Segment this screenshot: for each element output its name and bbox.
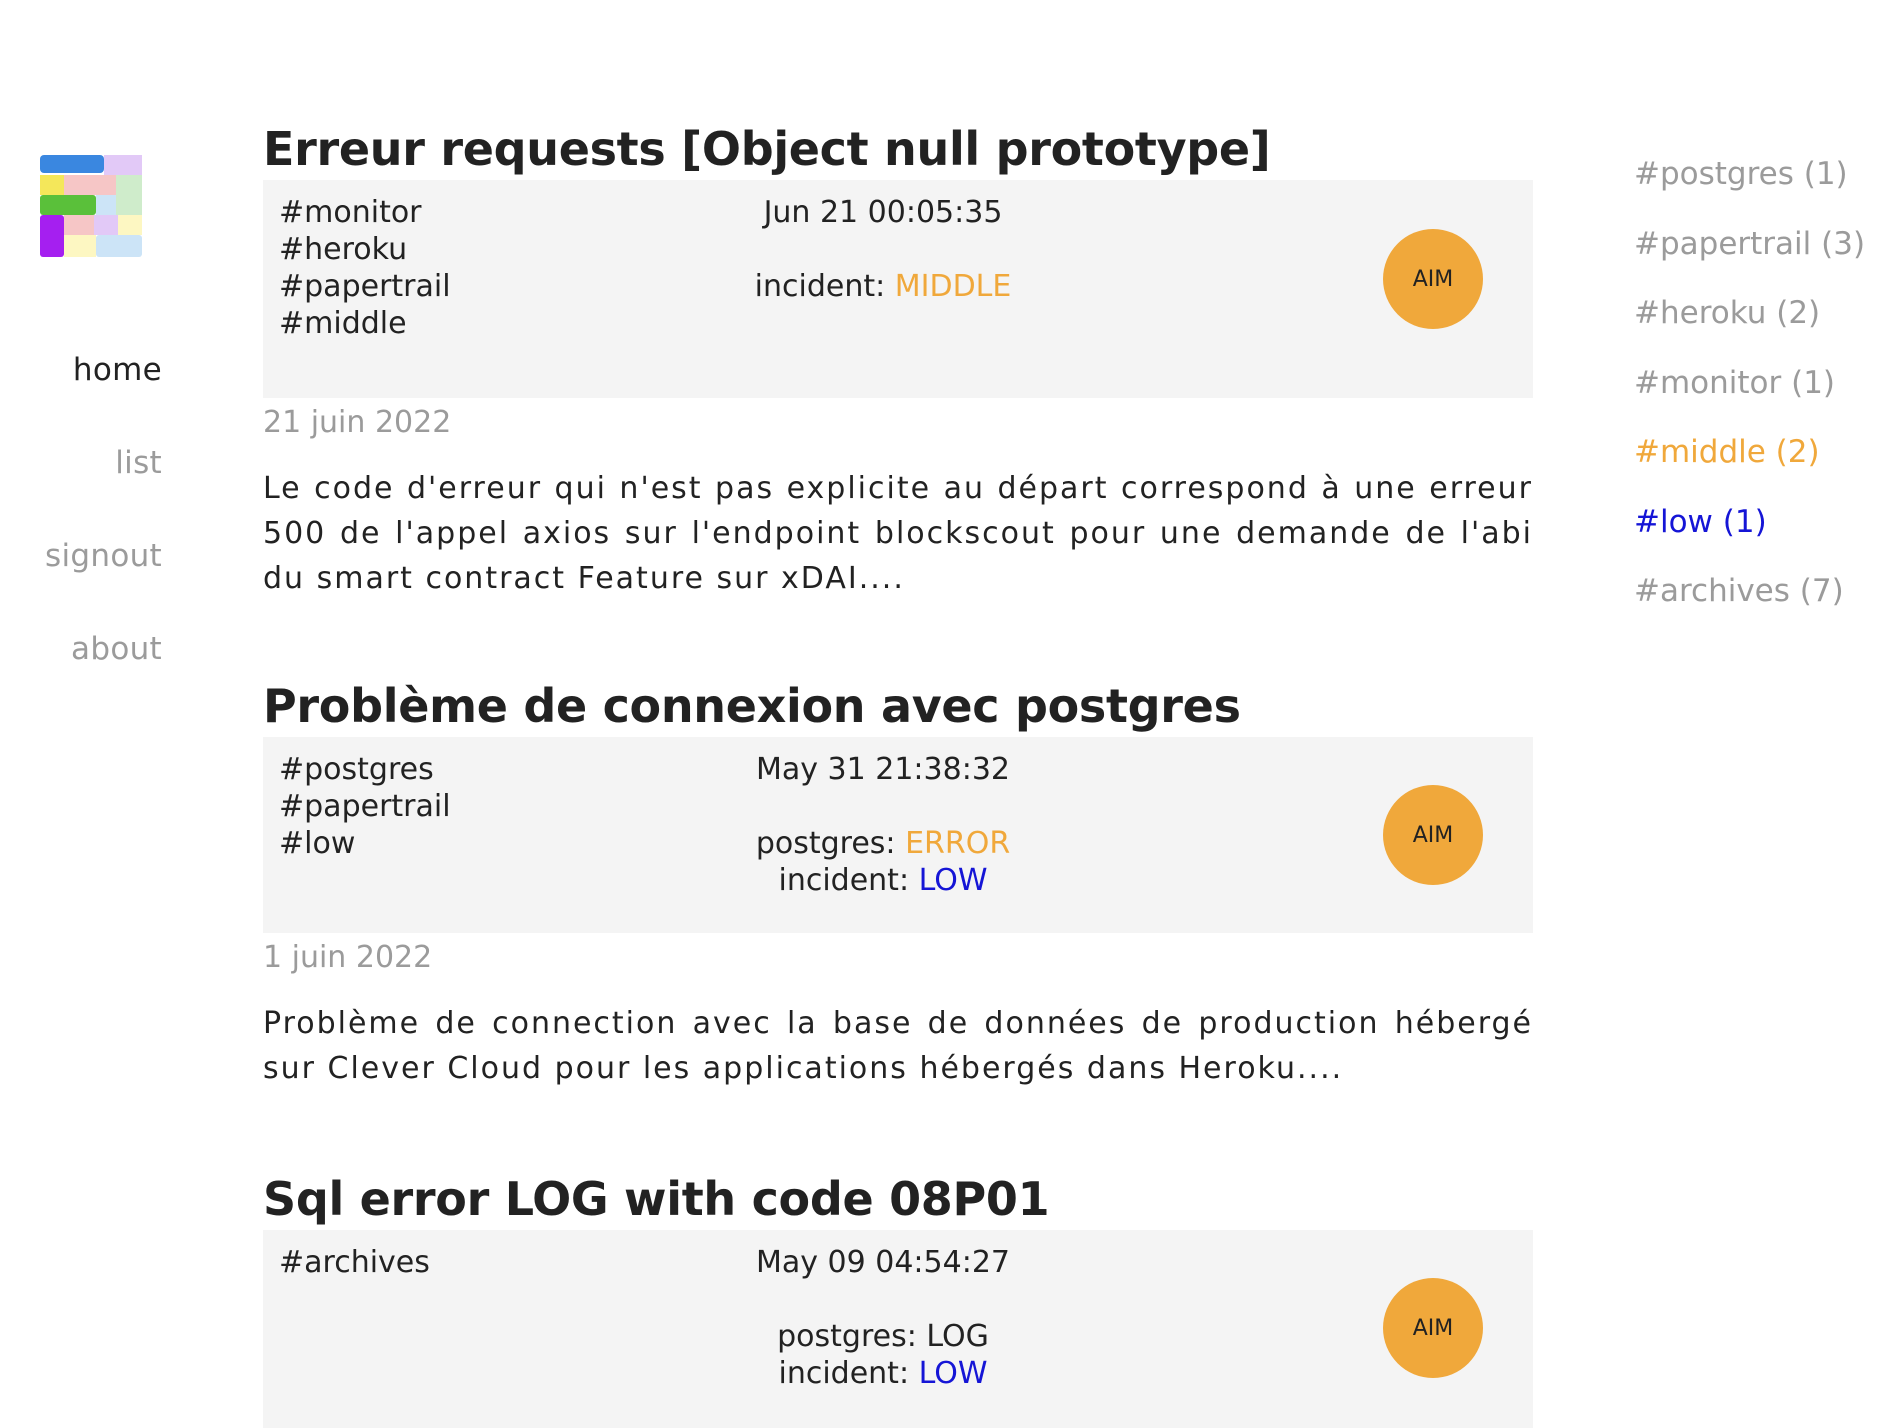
nav-signout[interactable]: signout [0,526,162,619]
post-status: May 31 21:38:32 postgres: ERROR incident… [683,751,1083,899]
post-tag[interactable]: #monitor [279,194,451,231]
site-logo[interactable] [40,155,142,257]
status-value: LOW [918,1356,988,1391]
status-key: postgres: [755,826,906,861]
status-value: ERROR [905,826,1011,861]
logo-block [40,215,64,257]
tag-filter-middle[interactable]: #middle (2) [1634,428,1894,498]
post-tags: #postgres #papertrail #low [279,751,451,862]
post-excerpt: Le code d'erreur qui n'est pas explicite… [263,471,1533,596]
nav-about[interactable]: about [0,619,162,712]
logo-block [118,215,142,235]
status-value: LOG [926,1319,989,1354]
nav-home[interactable]: home [0,340,162,433]
post-tag[interactable]: #middle [279,305,451,342]
author-avatar[interactable]: AIM [1383,1278,1483,1378]
post-tag[interactable]: #postgres [279,751,451,788]
tag-filter-monitor[interactable]: #monitor (1) [1634,359,1894,429]
status-line: incident: LOW [683,862,1083,899]
post-title[interactable]: Erreur requests [Object null prototype] [263,118,1533,180]
post-tag[interactable]: #archives [279,1244,430,1281]
status-key: postgres: [777,1319,927,1354]
post-meta-box: #archives May 09 04:54:27 postgres: LOG … [263,1230,1533,1428]
post-card: Erreur requests [Object null prototype] … [263,118,1533,631]
status-key: incident: [754,269,895,304]
logo-block [64,235,96,257]
status-line: incident: MIDDLE [683,268,1083,305]
logo-block [94,215,118,235]
post-card: Sql error LOG with code 08P01 #archives … [263,1168,1533,1428]
tag-filter-papertrail[interactable]: #papertrail (3) [1634,220,1894,290]
tag-filter-heroku[interactable]: #heroku (2) [1634,289,1894,359]
author-avatar[interactable]: AIM [1383,785,1483,885]
post-status: May 09 04:54:27 postgres: LOG incident: … [683,1244,1083,1392]
logo-block [96,195,116,215]
post-title[interactable]: Problème de connexion avec postgres [263,675,1533,737]
post-timestamp: May 31 21:38:32 [755,752,1010,787]
post-date: 1 juin 2022 [263,940,433,975]
post-tag[interactable]: #papertrail [279,268,451,305]
tag-filter-low[interactable]: #low (1) [1634,498,1894,568]
status-value: MIDDLE [894,269,1012,304]
post-status: Jun 21 00:05:35 incident: MIDDLE [683,194,1083,305]
post-timestamp: May 09 04:54:27 [755,1245,1010,1280]
tag-cloud: #postgres (1) #papertrail (3) #heroku (2… [1634,150,1894,637]
status-value: LOW [918,863,988,898]
logo-block [96,235,142,257]
post-card: Problème de connexion avec postgres #pos… [263,675,1533,1121]
post-title[interactable]: Sql error LOG with code 08P01 [263,1168,1533,1230]
status-line: postgres: LOG [683,1318,1083,1355]
status-line: postgres: ERROR [683,825,1083,862]
post-excerpt: Problème de connection avec la base de d… [263,1006,1533,1086]
post-tags: #monitor #heroku #papertrail #middle [279,194,451,342]
post-date: 21 juin 2022 [263,405,452,440]
logo-block [64,215,94,235]
logo-block [116,175,142,215]
post-tag[interactable]: #low [279,825,451,862]
post-timestamp: Jun 21 00:05:35 [763,195,1003,230]
post-tag[interactable]: #heroku [279,231,451,268]
tag-filter-postgres[interactable]: #postgres (1) [1634,150,1894,220]
post-tag[interactable]: #papertrail [279,788,451,825]
logo-block [64,175,116,195]
nav-list[interactable]: list [0,433,162,526]
main-nav: home list signout about [0,340,162,712]
status-key: incident: [778,1356,919,1391]
post-meta-box: #postgres #papertrail #low May 31 21:38:… [263,737,1533,933]
status-line: incident: LOW [683,1355,1083,1392]
logo-block [40,155,104,173]
author-avatar[interactable]: AIM [1383,229,1483,329]
tag-filter-archives[interactable]: #archives (7) [1634,567,1894,637]
logo-block [40,195,96,215]
post-tags: #archives [279,1244,430,1281]
logo-block [40,175,64,195]
logo-block [104,155,142,175]
post-meta-box: #monitor #heroku #papertrail #middle Jun… [263,180,1533,398]
status-key: incident: [778,863,919,898]
